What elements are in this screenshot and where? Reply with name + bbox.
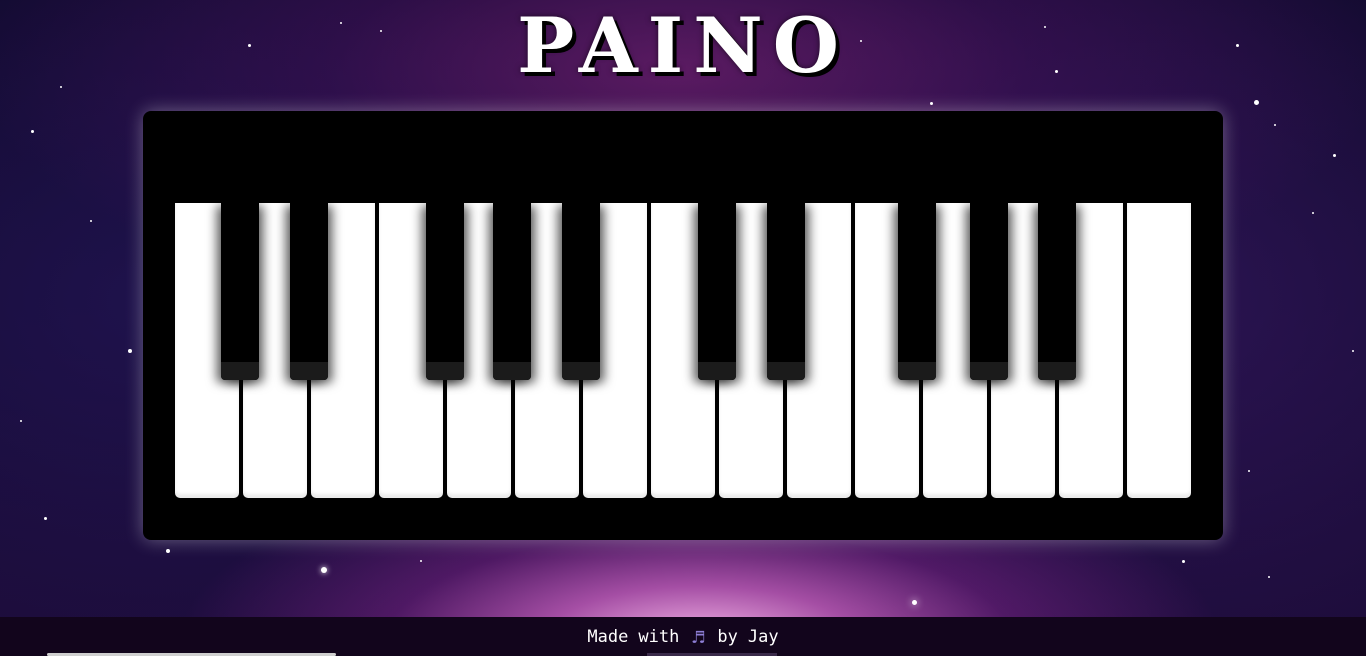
footer-author: Jay bbox=[747, 626, 779, 647]
black-key[interactable] bbox=[970, 203, 1008, 380]
black-key[interactable] bbox=[767, 203, 805, 380]
black-key[interactable] bbox=[1038, 203, 1076, 380]
footer-with-text: with bbox=[638, 626, 680, 647]
black-key[interactable] bbox=[493, 203, 531, 380]
black-key[interactable] bbox=[898, 203, 936, 380]
footer-by-text: by bbox=[717, 626, 738, 647]
black-key[interactable] bbox=[562, 203, 600, 380]
music-notes-icon: ♬ bbox=[692, 624, 705, 649]
footer-made-text: Made bbox=[587, 626, 629, 647]
app-title: PAINO bbox=[517, 1, 849, 90]
black-key[interactable] bbox=[698, 203, 736, 380]
black-key[interactable] bbox=[221, 203, 259, 380]
white-key[interactable] bbox=[1127, 203, 1191, 498]
black-key[interactable] bbox=[290, 203, 328, 380]
black-key[interactable] bbox=[426, 203, 464, 380]
footer: Made with ♬ by Jay bbox=[0, 617, 1366, 656]
piano-keyboard bbox=[143, 111, 1223, 540]
